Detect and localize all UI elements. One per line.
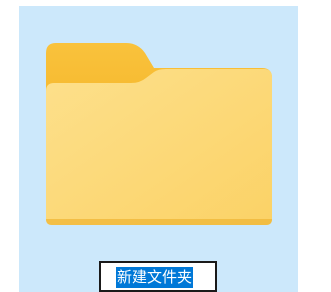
selected-name-text: 新建文件夹 [116, 267, 194, 288]
folder-icon[interactable] [46, 43, 273, 229]
rename-textbox[interactable]: 新建文件夹 [99, 261, 217, 292]
folder-item-selected[interactable]: 新建文件夹 [19, 6, 298, 292]
